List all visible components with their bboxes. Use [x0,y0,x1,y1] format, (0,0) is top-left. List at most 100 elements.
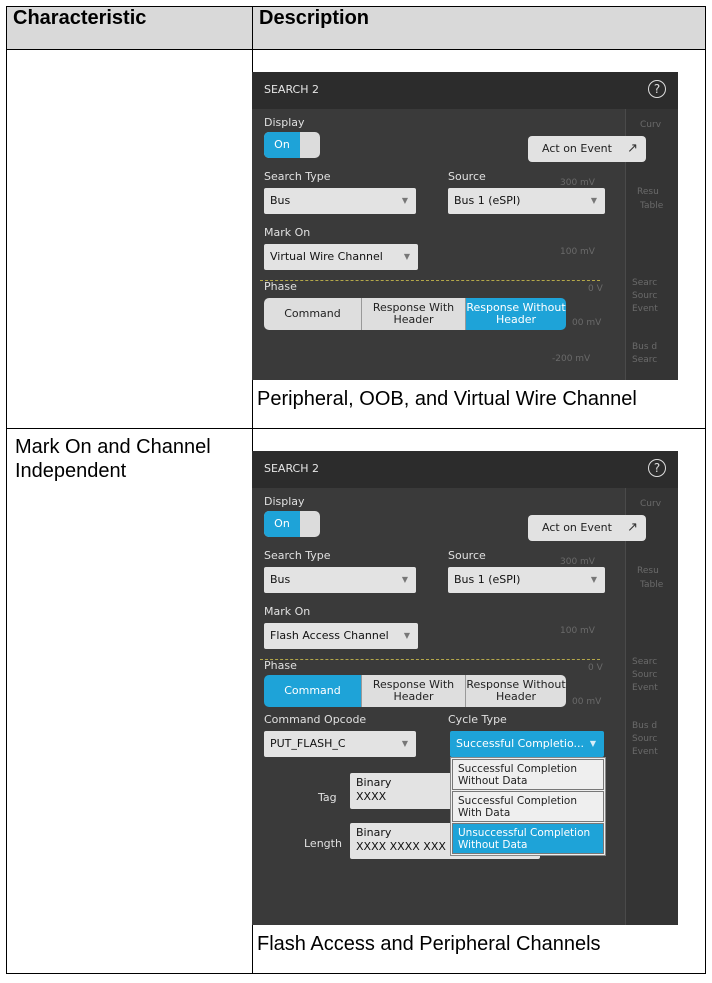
ghost-text: Sourc [632,734,658,744]
waveform-trace [260,659,600,660]
panel-title: SEARCH 2 [264,462,319,475]
phase-option-response-with-header[interactable]: Response With Header [362,675,466,707]
cycle-type-dropdown[interactable]: Successful Completio... ▼ [450,731,604,757]
source-value: Bus 1 (eSPI) [454,573,521,586]
ghost-text: 100 mV [560,247,595,257]
cycle-type-option-highlighted[interactable]: Unsuccessful Completion Without Data [452,823,604,854]
ghost-text: 100 mV [560,626,595,636]
search-panel-screenshot: SEARCH 2 ? Curv 300 mV Resu Table 100 mV… [252,72,678,380]
ghost-text: Resu [637,566,659,576]
phase-option-response-without-header[interactable]: Response Without Header [466,675,566,707]
act-on-event-button[interactable]: Act on Event ↗ [528,136,646,162]
mark-on-value: Flash Access Channel [270,629,389,642]
background-results-rail [625,488,678,925]
search-type-dropdown[interactable]: Bus ▼ [264,188,416,214]
external-link-icon: ↗ [627,141,638,156]
chevron-down-icon: ▼ [589,739,596,748]
chevron-down-icon: ▼ [401,739,408,748]
ghost-text: -200 mV [552,354,591,364]
display-toggle[interactable]: On [264,132,320,158]
source-label: Source [448,549,486,562]
ghost-text: Searc [632,278,658,288]
search-type-label: Search Type [264,170,331,183]
help-icon[interactable]: ? [648,459,666,477]
ghost-text: Table [640,580,664,590]
mark-on-dropdown[interactable]: Virtual Wire Channel ▼ [264,244,418,270]
chevron-down-icon: ▼ [401,575,408,584]
display-label: Display [264,116,305,129]
phase-label: Phase [264,280,297,293]
chevron-down-icon: ▼ [590,196,597,205]
ghost-text: Curv [640,499,662,509]
ghost-text: 00 mV [572,318,602,328]
cycle-type-option[interactable]: Successful Completion Without Data [452,759,604,790]
phase-label: Phase [264,659,297,672]
table-row: SEARCH 2 ? Curv 300 mV Resu Table 100 mV… [6,49,706,429]
display-toggle[interactable]: On [264,511,320,537]
panel-header: SEARCH 2 ? [252,72,678,109]
cycle-type-value: Successful Completio... [456,737,585,750]
tag-value: XXXX [356,790,387,803]
chevron-down-icon: ▼ [590,575,597,584]
characteristic-cell [6,49,253,429]
ghost-text: 300 mV [560,557,595,567]
column-header-description: Description [252,6,706,50]
ghost-text: Searc [632,355,658,365]
panel-title: SEARCH 2 [264,83,319,96]
source-dropdown[interactable]: Bus 1 (eSPI) ▼ [448,567,605,593]
table-header-row: Characteristic Description [6,6,706,50]
phase-option-response-with-header[interactable]: Response With Header [362,298,466,330]
cycle-type-label: Cycle Type [448,713,507,726]
tag-label: Tag [318,791,337,804]
toggle-on-label: On [264,511,300,537]
toggle-on-label: On [264,132,300,158]
mark-on-label: Mark On [264,226,311,239]
search-type-dropdown[interactable]: Bus ▼ [264,567,416,593]
source-value: Bus 1 (eSPI) [454,194,521,207]
mark-on-label: Mark On [264,605,311,618]
source-dropdown[interactable]: Bus 1 (eSPI) ▼ [448,188,605,214]
chevron-down-icon: ▼ [403,252,410,261]
tag-field[interactable]: Binary XXXX [350,773,460,809]
ghost-text: Sourc [632,670,658,680]
phase-option-command[interactable]: Command [264,675,362,707]
column-header-characteristic: Characteristic [6,6,253,50]
chevron-down-icon: ▼ [403,631,410,640]
act-on-event-label: Act on Event [542,142,612,155]
phase-option-response-without-header[interactable]: Response Without Header [466,298,566,330]
external-link-icon: ↗ [627,520,638,535]
mark-on-dropdown[interactable]: Flash Access Channel ▼ [264,623,418,649]
table-row: Mark On and Channel Independent SEARCH 2… [6,428,706,974]
phase-segmented-control[interactable]: Command Response With Header Response Wi… [264,675,566,707]
search-type-value: Bus [270,194,291,207]
act-on-event-button[interactable]: Act on Event ↗ [528,515,646,541]
command-opcode-value: PUT_FLASH_C [270,737,346,750]
cycle-type-menu: Successful Completion Without Data Succe… [450,757,606,856]
ghost-text: Table [640,201,664,211]
search-panel-screenshot: SEARCH 2 ? Curv 300 mV Resu Table 100 mV… [252,451,678,925]
search-type-value: Bus [270,573,291,586]
ghost-text: Event [632,683,658,693]
ghost-text: 0 V [588,663,603,673]
mark-on-value: Virtual Wire Channel [270,250,383,263]
panel-header: SEARCH 2 ? [252,451,678,488]
phase-option-command[interactable]: Command [264,298,362,330]
ghost-text: 00 mV [572,697,602,707]
ghost-text: Event [632,747,658,757]
chevron-down-icon: ▼ [401,196,408,205]
description-cell: SEARCH 2 ? Curv 300 mV Resu Table 100 mV… [252,428,706,974]
command-opcode-dropdown[interactable]: PUT_FLASH_C ▼ [264,731,416,757]
ghost-text: Searc [632,657,658,667]
ghost-text: Resu [637,187,659,197]
ghost-text: Bus d [632,721,658,731]
help-icon[interactable]: ? [648,80,666,98]
cycle-type-option[interactable]: Successful Completion With Data [452,791,604,822]
phase-segmented-control[interactable]: Command Response With Header Response Wi… [264,298,566,330]
ghost-text: Sourc [632,291,658,301]
ghost-text: 0 V [588,284,603,294]
waveform-trace [260,280,600,281]
source-label: Source [448,170,486,183]
tag-format: Binary [356,776,392,789]
figure-caption: Flash Access and Peripheral Channels [257,933,601,955]
ghost-text: Bus d [632,342,658,352]
